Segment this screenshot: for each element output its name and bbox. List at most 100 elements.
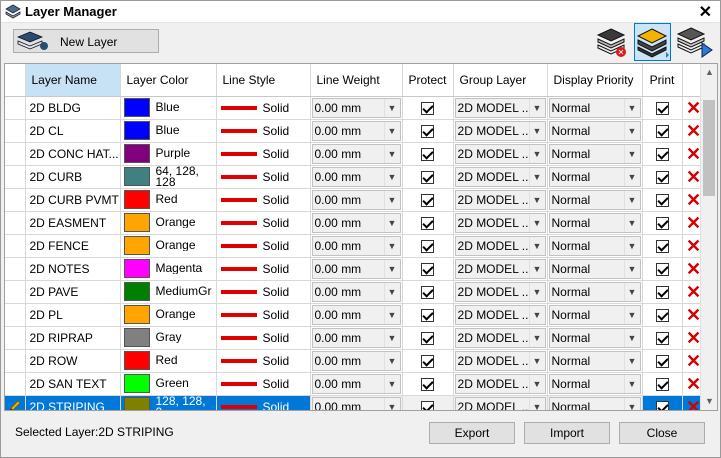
- row-header[interactable]: [5, 257, 26, 281]
- chevron-down-icon[interactable]: ▼: [623, 374, 640, 393]
- chevron-down-icon[interactable]: ▼: [383, 121, 400, 140]
- layer-row[interactable]: 2D CURB 64, 128, 128 Solid 0.00 mm ▼ 2D MODEL…: [5, 165, 706, 189]
- column-display-priority[interactable]: Display Priority: [547, 64, 643, 97]
- layer-color-cell[interactable]: Magenta: [120, 257, 217, 281]
- chevron-down-icon[interactable]: ▼: [383, 213, 400, 232]
- line-style-cell[interactable]: Solid: [216, 372, 311, 396]
- chevron-down-icon[interactable]: ▼: [383, 328, 400, 347]
- display-priority-dropdown[interactable]: Normal ▼: [548, 350, 641, 371]
- group-layer-dropdown[interactable]: 2D MODEL ... ▼: [454, 281, 546, 302]
- group-layer-dropdown[interactable]: 2D MODEL ... ▼: [454, 373, 546, 394]
- display-priority-dropdown[interactable]: Normal ▼: [548, 373, 641, 394]
- new-layer-button[interactable]: New Layer: [13, 29, 159, 53]
- layer-row[interactable]: 2D FENCE Orange Solid 0.00 mm ▼ 2D MODEL ... ▼…: [5, 234, 706, 258]
- chevron-down-icon[interactable]: ▼: [383, 144, 400, 163]
- line-style-cell[interactable]: Solid: [216, 188, 311, 212]
- layer-color-cell[interactable]: Blue: [120, 96, 217, 120]
- layer-row[interactable]: 2D STRIPING128, 128, 0Solid0.00 mm▼2D MO…: [5, 395, 706, 410]
- layer-name-cell[interactable]: 2D FENCE: [25, 234, 121, 258]
- print-checkbox[interactable]: [655, 193, 669, 207]
- chevron-down-icon[interactable]: ▼: [528, 121, 545, 140]
- chevron-down-icon[interactable]: ▼: [528, 351, 545, 370]
- layer-name-cell[interactable]: 2D SAN TEXT: [25, 372, 121, 396]
- layer-name-cell[interactable]: 2D CURB PVMT: [25, 188, 121, 212]
- layer-color-cell[interactable]: Orange: [120, 303, 217, 327]
- column-line-style[interactable]: Line Style: [216, 64, 311, 97]
- layer-name-cell[interactable]: 2D PL: [25, 303, 121, 327]
- layer-color-cell[interactable]: Blue: [120, 119, 217, 143]
- display-priority-dropdown[interactable]: Normal ▼: [548, 97, 641, 118]
- layer-name-cell[interactable]: 2D ROW: [25, 349, 121, 373]
- window-close-icon[interactable]: ✕: [699, 2, 712, 22]
- chevron-down-icon[interactable]: ▼: [623, 144, 640, 163]
- row-header[interactable]: [5, 234, 26, 258]
- line-style-cell[interactable]: Solid: [216, 234, 311, 258]
- layer-row[interactable]: 2D CURB PVMT Red Solid 0.00 mm ▼ 2D MODEL ...…: [5, 188, 706, 212]
- layer-color-cell[interactable]: Orange: [120, 234, 217, 258]
- group-layer-dropdown[interactable]: 2D MODEL ... ▼: [454, 143, 546, 164]
- protect-checkbox[interactable]: [421, 101, 434, 115]
- row-header[interactable]: [5, 188, 26, 212]
- layer-stack-active-icon[interactable]: [634, 23, 671, 61]
- protect-checkbox[interactable]: [421, 377, 434, 391]
- layer-color-cell[interactable]: Purple: [120, 142, 217, 166]
- chevron-down-icon[interactable]: ▼: [623, 98, 640, 117]
- chevron-down-icon[interactable]: ▼: [528, 190, 545, 209]
- display-priority-dropdown[interactable]: Normal ▼: [548, 304, 641, 325]
- layer-row[interactable]: 2D CONC HAT... Purple Solid 0.00 mm ▼ 2D MODE…: [5, 142, 706, 166]
- layer-color-cell[interactable]: 64, 128, 128: [120, 165, 217, 189]
- protect-checkbox[interactable]: [421, 354, 434, 368]
- line-weight-dropdown[interactable]: 0.00 mm ▼: [311, 143, 401, 164]
- layer-name-cell[interactable]: 2D STRIPING: [25, 395, 121, 410]
- protect-checkbox[interactable]: [421, 147, 434, 161]
- column-protect[interactable]: Protect: [402, 64, 454, 97]
- group-layer-dropdown[interactable]: 2D MODEL ... ▼: [454, 327, 546, 348]
- chevron-down-icon[interactable]: ▼: [623, 328, 640, 347]
- layer-name-cell[interactable]: 2D CONC HAT...: [25, 142, 121, 166]
- protect-checkbox[interactable]: [421, 331, 434, 345]
- chevron-down-icon[interactable]: ▼: [528, 397, 545, 410]
- delete-layers-icon[interactable]: ✕: [593, 23, 630, 61]
- row-header[interactable]: [5, 211, 26, 235]
- row-header[interactable]: [5, 395, 26, 410]
- chevron-down-icon[interactable]: ▼: [623, 190, 640, 209]
- group-layer-dropdown[interactable]: 2D MODEL ... ▼: [454, 396, 546, 410]
- chevron-down-icon[interactable]: ▼: [528, 305, 545, 324]
- column-line-weight[interactable]: Line Weight: [310, 64, 403, 97]
- line-style-cell[interactable]: Solid: [216, 211, 311, 235]
- chevron-down-icon[interactable]: ▼: [528, 328, 545, 347]
- print-checkbox[interactable]: [655, 377, 669, 391]
- display-priority-dropdown[interactable]: Normal ▼: [548, 258, 641, 279]
- chevron-down-icon[interactable]: ▼: [383, 190, 400, 209]
- row-header[interactable]: [5, 349, 26, 373]
- group-layer-dropdown[interactable]: 2D MODEL ... ▼: [454, 258, 546, 279]
- row-header[interactable]: [5, 119, 26, 143]
- protect-checkbox[interactable]: [421, 308, 434, 322]
- chevron-down-icon[interactable]: ▼: [528, 167, 545, 186]
- import-button[interactable]: Import: [524, 422, 610, 444]
- chevron-down-icon[interactable]: ▼: [528, 259, 545, 278]
- layer-color-cell[interactable]: Orange: [120, 211, 217, 235]
- close-button[interactable]: Close: [619, 422, 705, 444]
- chevron-down-icon[interactable]: ▼: [623, 397, 640, 410]
- group-layer-dropdown[interactable]: 2D MODEL ... ▼: [454, 189, 546, 210]
- layer-color-cell[interactable]: Red: [120, 188, 217, 212]
- display-priority-dropdown[interactable]: Normal ▼: [548, 166, 641, 187]
- layer-name-cell[interactable]: 2D EASMENT: [25, 211, 121, 235]
- protect-checkbox[interactable]: [421, 285, 434, 299]
- chevron-down-icon[interactable]: ▼: [623, 282, 640, 301]
- layer-color-cell[interactable]: Green: [120, 372, 217, 396]
- line-weight-dropdown[interactable]: 0.00 mm ▼: [311, 304, 401, 325]
- column-layer-name[interactable]: Layer Name: [25, 64, 121, 97]
- chevron-down-icon[interactable]: ▼: [383, 374, 400, 393]
- print-checkbox[interactable]: [655, 124, 669, 138]
- chevron-down-icon[interactable]: ▼: [623, 305, 640, 324]
- layer-color-cell[interactable]: Red: [120, 349, 217, 373]
- display-priority-dropdown[interactable]: Normal ▼: [548, 143, 641, 164]
- layer-color-cell[interactable]: 128, 128, 0: [120, 395, 217, 410]
- group-layer-dropdown[interactable]: 2D MODEL ... ▼: [454, 350, 546, 371]
- protect-checkbox[interactable]: [421, 124, 434, 138]
- display-priority-dropdown[interactable]: Normal ▼: [548, 281, 641, 302]
- print-checkbox[interactable]: [655, 331, 669, 345]
- layer-row[interactable]: 2D NOTES Magenta Solid 0.00 mm ▼ 2D MODEL ...…: [5, 257, 706, 281]
